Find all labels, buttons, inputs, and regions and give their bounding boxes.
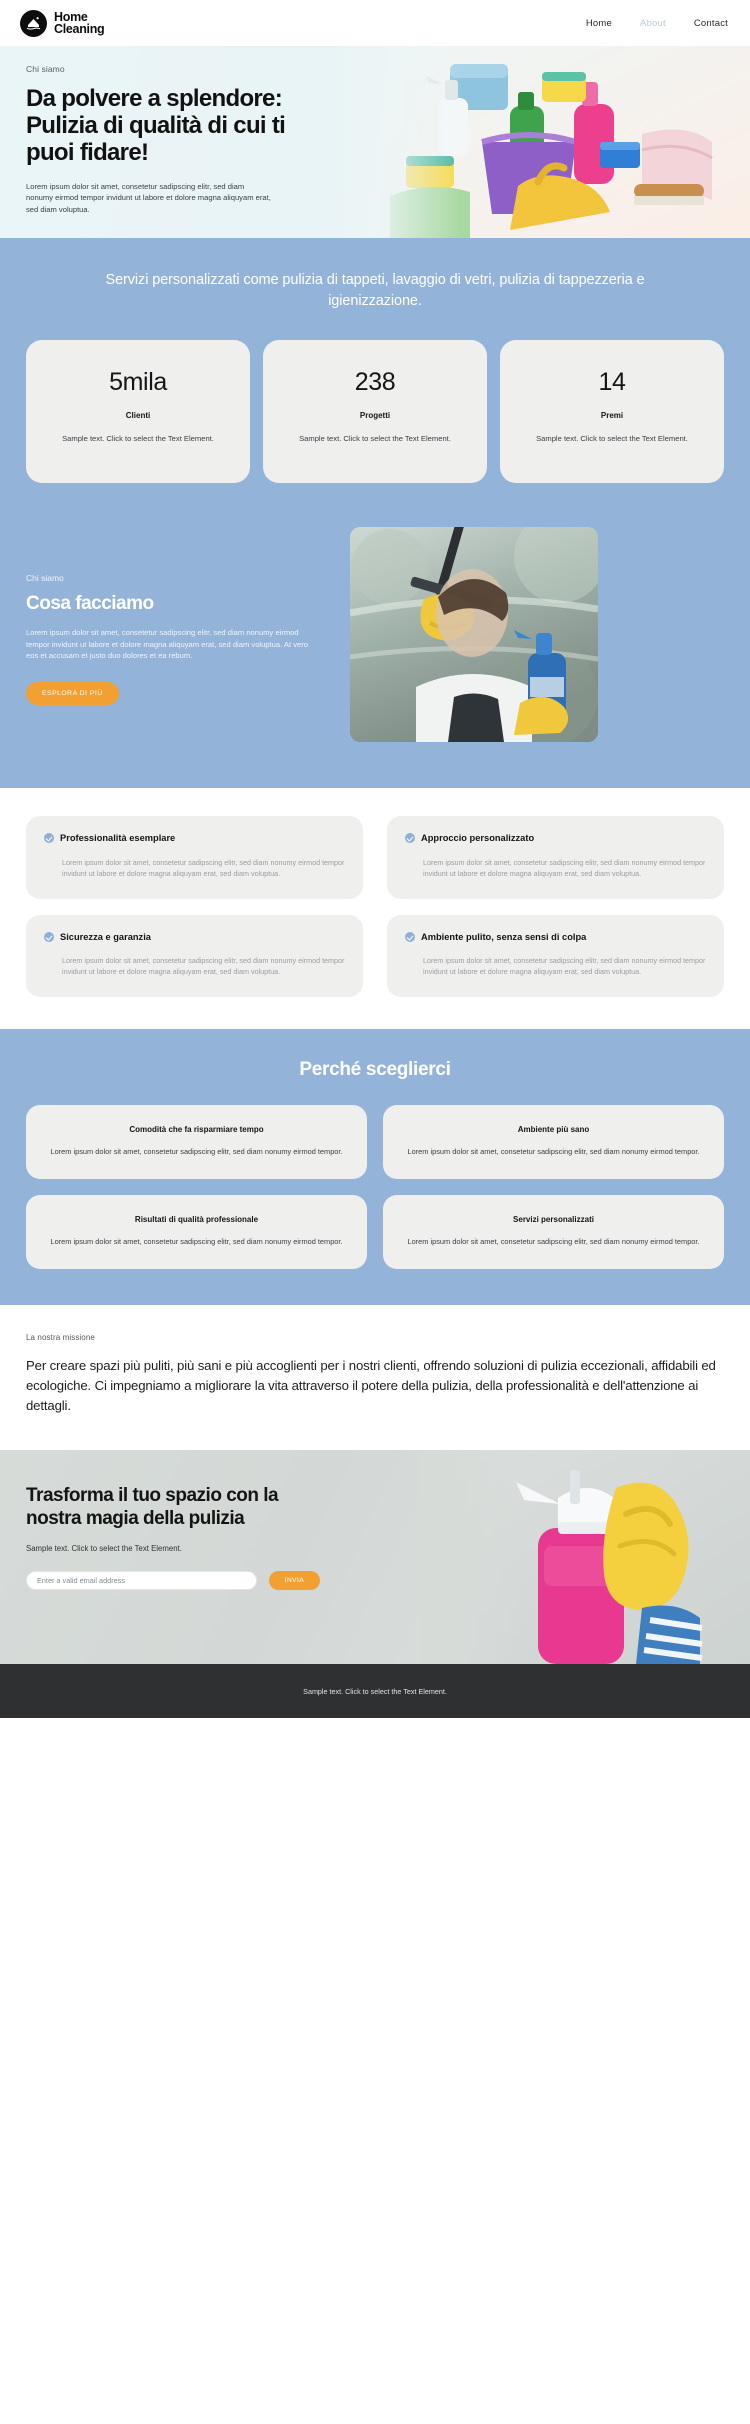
feature-card: Professionalità esemplare Lorem ipsum do… [26,816,363,899]
about-heading: Cosa facciamo [26,593,154,614]
why-grid: Comodità che fa risparmiare tempo Lorem … [26,1105,724,1269]
feature-body: Lorem ipsum dolor sit amet, consetetur s… [423,956,706,976]
stat-card: 5mila Clienti Sample text. Click to sele… [26,340,250,483]
stat-description: Sample text. Click to select the Text El… [536,434,688,443]
about-paragraph: Lorem ipsum dolor sit amet, consetetur s… [26,628,308,661]
mission-section: La nostra missione Per creare spazi più … [0,1305,750,1450]
why-card-title: Risultati di qualità professionale [134,1215,259,1224]
stat-description: Sample text. Click to select the Text El… [299,434,451,443]
cta-section: Trasforma il tuo spazio con la nostra ma… [0,1450,750,1664]
hero-copy: Chi siamo Da polvere a splendore: Pulizi… [0,46,330,215]
cta-copy: Trasforma il tuo spazio con la nostra ma… [0,1450,320,1590]
cta-subtext: Sample text. Click to select the Text El… [26,1544,182,1553]
stat-number: 238 [354,368,396,396]
nav-item-home[interactable]: Home [586,18,612,29]
feature-body: Lorem ipsum dolor sit amet, consetetur s… [423,857,706,878]
why-card-body: Lorem ipsum dolor sit amet, consetetur s… [407,1147,700,1156]
feature-body: Lorem ipsum dolor sit amet, consetetur s… [62,956,345,976]
nav-item-about[interactable]: About [640,18,666,29]
stat-label: Premi [600,411,624,420]
stats-row: 5mila Clienti Sample text. Click to sele… [0,312,750,527]
stat-description: Sample text. Click to select the Text El… [62,434,214,443]
stat-number: 5mila [109,368,167,396]
why-choose-us-section: Perché sceglierci Comodità che fa rispar… [0,1029,750,1305]
site-footer: Sample text. Click to select the Text El… [0,1664,750,1718]
site-header: Home Cleaning Home About Contact [0,0,750,46]
feature-card: Sicurezza e garanzia Lorem ipsum dolor s… [26,914,363,997]
about-eyebrow: Chi siamo [26,573,64,583]
landing-page: Home Cleaning Home About Contact Chi sia… [0,0,750,1718]
why-card: Risultati di qualità professionale Lorem… [26,1195,367,1269]
cta-image-fade [420,1450,530,1664]
hero-image-fade [342,46,462,238]
explore-more-button[interactable]: ESPLORA DI PIÙ [26,681,119,705]
feature-card: Ambiente pulito, senza sensi di colpa Lo… [387,914,724,997]
check-circle-icon [44,833,54,843]
check-circle-icon [405,931,415,942]
house-logo-icon [20,9,47,37]
feature-card: Approccio personalizzato Lorem ipsum dol… [387,816,724,899]
check-circle-icon [44,931,54,942]
email-input[interactable] [26,1571,257,1590]
stat-card: 238 Progetti Sample text. Click to selec… [263,340,487,483]
footer-text: Sample text. Click to select the Text El… [303,1686,447,1696]
stat-card: 14 Premi Sample text. Click to select th… [500,340,724,483]
mission-eyebrow: La nostra missione [26,1333,95,1342]
cta-heading: Trasforma il tuo spazio con la nostra ma… [26,1485,279,1529]
why-card-body: Lorem ipsum dolor sit amet, consetetur s… [50,1147,343,1156]
mission-text: Per creare spazi più puliti, più sani e … [26,1358,716,1413]
why-card-title: Servizi personalizzati [513,1215,594,1224]
hero-eyebrow: Chi siamo [26,64,65,74]
feature-header: Professionalità esemplare [44,832,345,845]
hero-image [342,46,750,238]
nav-item-contact[interactable]: Contact [694,18,728,29]
features-grid: Professionalità esemplare Lorem ipsum do… [0,788,750,1029]
services-tagline: Servizi personalizzati come pulizia di t… [105,272,645,309]
feature-header: Approccio personalizzato [405,832,706,845]
brand-name: Home Cleaning [54,9,105,36]
newsletter-form: INVIA [26,1571,320,1590]
feature-title: Sicurezza e garanzia [60,931,151,942]
feature-title: Approccio personalizzato [421,833,535,843]
feature-header: Ambiente pulito, senza sensi di colpa [405,931,706,944]
brand-logo[interactable]: Home Cleaning [20,9,105,37]
hero-paragraph: Lorem ipsum dolor sit amet, consetetur s… [26,182,271,214]
hero-section: Chi siamo Da polvere a splendore: Pulizi… [0,46,750,238]
feature-title: Professionalità esemplare [60,833,176,843]
feature-title: Ambiente pulito, senza sensi di colpa [421,931,587,942]
why-card-title: Comodità che fa risparmiare tempo [129,1125,264,1134]
why-card: Ambiente più sano Lorem ipsum dolor sit … [383,1105,724,1179]
check-circle-icon [405,833,415,843]
why-card: Comodità che fa risparmiare tempo Lorem … [26,1105,367,1179]
cta-image [420,1450,750,1664]
why-card: Servizi personalizzati Lorem ipsum dolor… [383,1195,724,1269]
why-card-body: Lorem ipsum dolor sit amet, consetetur s… [50,1237,343,1246]
feature-header: Sicurezza e garanzia [44,931,345,944]
why-card-body: Lorem ipsum dolor sit amet, consetetur s… [407,1237,700,1246]
services-band: Servizi personalizzati come pulizia di t… [0,238,750,788]
main-nav: Home About Contact [586,18,728,29]
submit-button[interactable]: INVIA [268,1571,320,1590]
stat-label: Clienti [125,411,151,420]
about-image [350,527,598,742]
about-copy: Chi siamo Cosa facciamo Lorem ipsum dolo… [26,527,326,705]
hero-heading: Da polvere a splendore: Pulizia di quali… [26,85,286,166]
why-heading: Perché sceglierci [299,1059,451,1080]
stat-label: Progetti [359,411,391,420]
feature-body: Lorem ipsum dolor sit amet, consetetur s… [62,857,345,878]
why-card-title: Ambiente più sano [517,1125,590,1134]
about-section: Chi siamo Cosa facciamo Lorem ipsum dolo… [0,527,750,788]
stat-number: 14 [598,368,626,396]
